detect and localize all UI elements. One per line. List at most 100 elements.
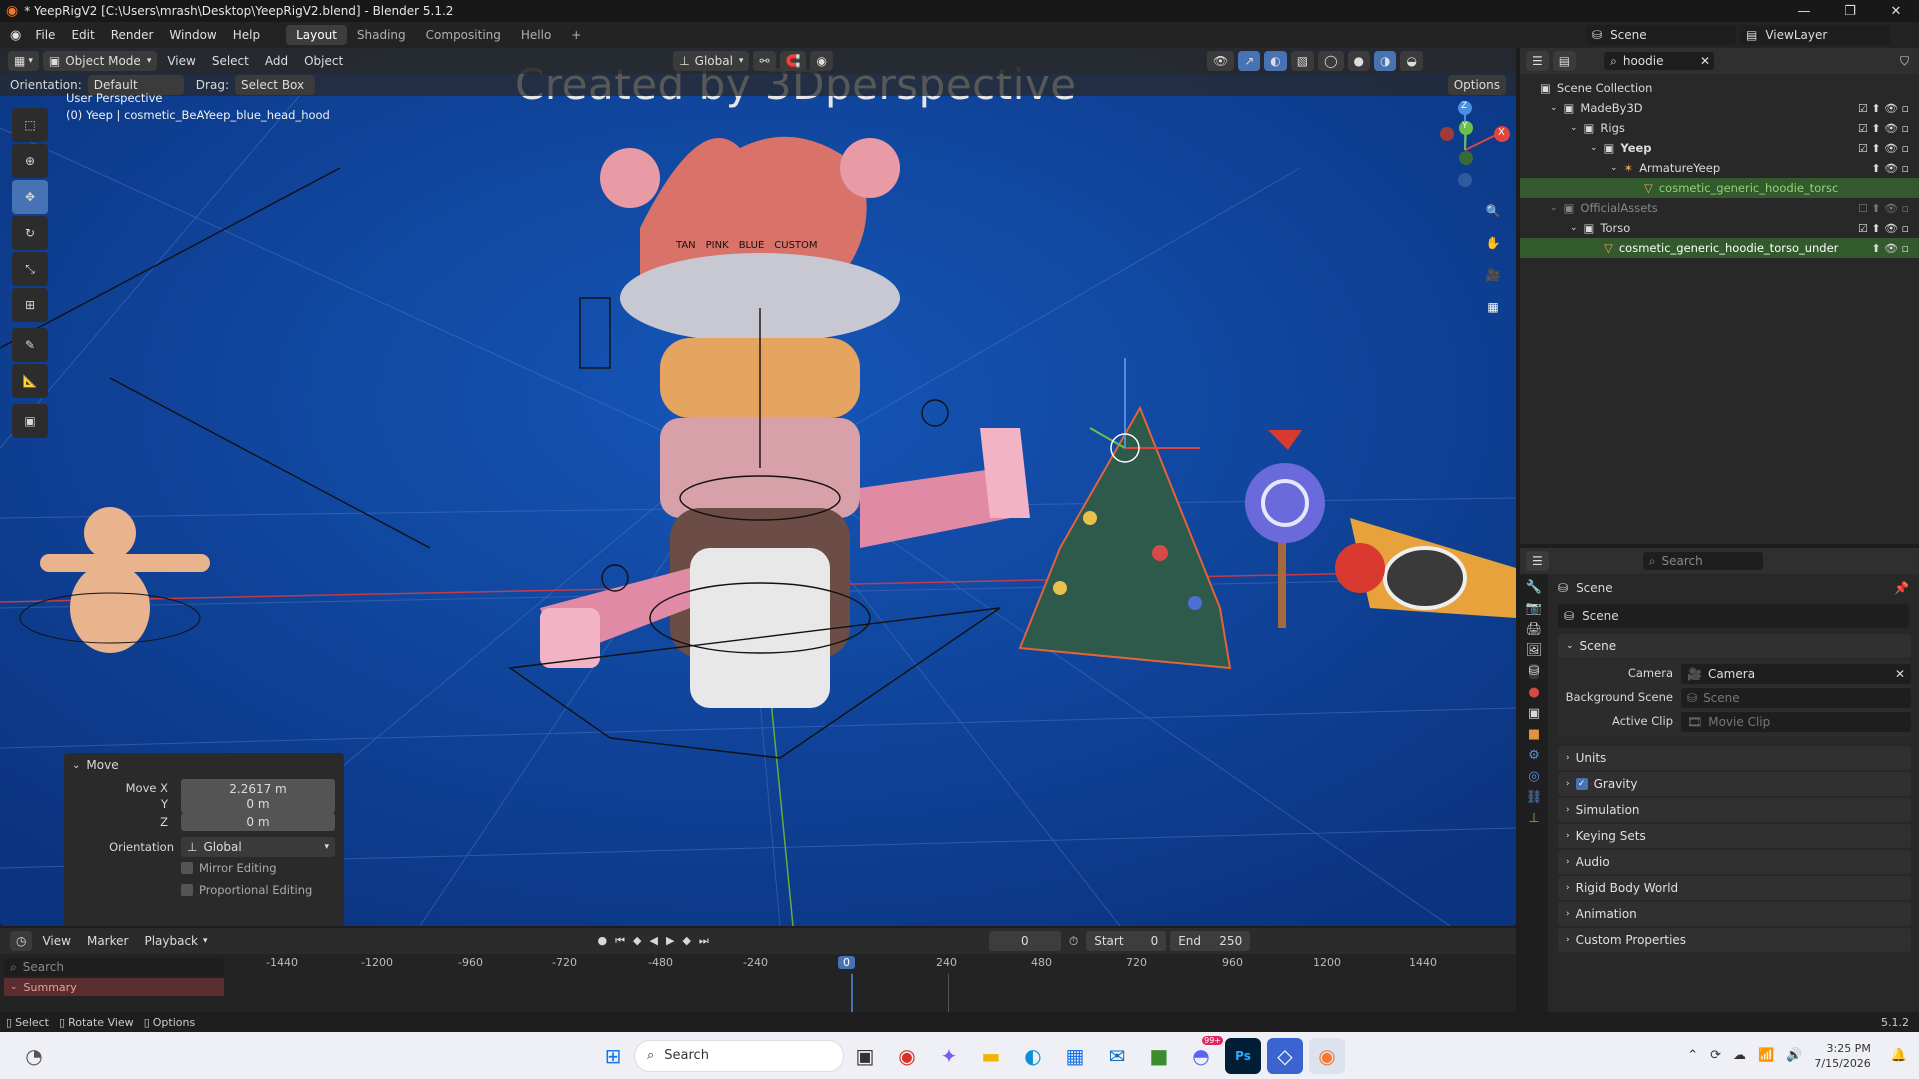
prev-keyframe-icon[interactable]: ◆ <box>633 934 641 948</box>
timeline-ruler[interactable]: -1440 -1200 -960 -720 -480 -240 0 240 48… <box>236 956 1506 976</box>
outliner-row[interactable]: ⌄ ▣ OfficialAssets ☐ ⬆ 👁 ▫ <box>1520 198 1919 218</box>
scene-section-header[interactable]: ⌄ Scene <box>1558 634 1911 658</box>
scene-datablock-selector[interactable]: ⛁ Scene <box>1558 604 1909 628</box>
outliner-row[interactable]: ▣ Scene Collection <box>1520 78 1919 98</box>
constraint-tab-icon[interactable]: ⛓ <box>1526 790 1543 805</box>
wifi-icon[interactable]: 📶 <box>1758 1048 1774 1063</box>
data-tab-icon[interactable]: ⊥ <box>1528 811 1539 826</box>
gravity-checkbox[interactable]: ✓ <box>1575 778 1588 790</box>
modifier-tab-icon[interactable]: ⚙ <box>1528 748 1540 763</box>
filter-icon[interactable]: ⛉ <box>1900 54 1909 69</box>
scale-tool[interactable]: ⤡ <box>12 252 48 286</box>
row-toggles[interactable]: ☑ ⬆ 👁 ▫ <box>1858 142 1909 155</box>
menu-add[interactable]: Add <box>259 51 294 71</box>
editor-type-button[interactable]: ▦ ▾ <box>8 51 39 71</box>
shading-material-button[interactable]: ◑ <box>1374 51 1397 71</box>
row-toggles[interactable]: ☑ ⬆ 👁 ▫ <box>1858 222 1909 235</box>
properties-search[interactable]: ⌕ Search <box>1642 552 1763 570</box>
rotate-tool[interactable]: ↻ <box>12 216 48 250</box>
transform-orientation-selector[interactable]: ⊥ Global ▾ <box>673 51 750 71</box>
units-panel[interactable]: › Units <box>1558 746 1911 770</box>
jump-end-icon[interactable]: ⏭ <box>699 934 709 948</box>
cloud-icon[interactable]: ☁ <box>1733 1048 1746 1063</box>
end-frame-field[interactable]: End 250 <box>1170 931 1251 951</box>
task-view-icon[interactable]: ▣ <box>847 1038 883 1074</box>
select-box-tool[interactable]: ⬚ <box>12 108 48 142</box>
visibility-button[interactable]: 👁 <box>1206 51 1235 71</box>
viewlayer-selector[interactable]: ▤ ViewLayer <box>1740 25 1890 45</box>
discord-icon[interactable]: ◓ 99+ <box>1183 1035 1223 1074</box>
outliner-row[interactable]: ▽ cosmetic_generic_hoodie_torsc <box>1520 178 1919 198</box>
annotate-tool[interactable]: ✎ <box>12 328 48 362</box>
keying-sets-panel[interactable]: › Keying Sets <box>1558 824 1911 848</box>
move-y-field[interactable]: 0 m <box>181 795 335 813</box>
minimize-button[interactable]: — <box>1781 0 1827 22</box>
menu-help[interactable]: Help <box>225 22 268 48</box>
maximize-button[interactable]: ❐ <box>1827 0 1873 22</box>
operator-orientation-dropdown[interactable]: ⊥ Global ▾ <box>181 837 335 857</box>
zoom-icon[interactable]: 🔍 <box>1480 198 1506 224</box>
notifications-icon[interactable]: 🔔 <box>1891 1048 1907 1063</box>
cursor-tool[interactable]: ⊕ <box>12 144 48 178</box>
measure-tool[interactable]: 📐 <box>12 364 48 398</box>
object-tab-icon[interactable]: ■ <box>1528 727 1540 742</box>
outliner-search[interactable]: ⌕ hoodie ✕ <box>1604 52 1715 70</box>
tab-shading[interactable]: Shading <box>347 25 416 45</box>
volume-icon[interactable]: 🔊 <box>1786 1048 1802 1063</box>
audio-panel[interactable]: › Audio <box>1558 850 1911 874</box>
timeline-menu-view[interactable]: View <box>36 931 76 951</box>
row-toggles[interactable]: ☑ ⬆ 👁 ▫ <box>1858 102 1909 115</box>
sync-icon[interactable]: ⟳ <box>1710 1048 1721 1063</box>
proportional-editing-checkbox[interactable]: Proportional Editing <box>181 883 312 897</box>
view-layer-tab-icon[interactable]: 🖼 <box>1526 643 1543 658</box>
tab-compositing[interactable]: Compositing <box>416 25 511 45</box>
3d-viewport[interactable]: Created by 3Dperspective TAN PINK BLUE C… <box>0 48 1516 926</box>
render-tab-icon[interactable]: 📷 <box>1526 601 1542 616</box>
row-toggles[interactable]: ⬆ 👁 ▫ <box>1871 242 1909 255</box>
gizmo-toggle-button[interactable]: ↗ <box>1238 51 1261 71</box>
output-tab-icon[interactable]: 🖨 <box>1526 622 1543 637</box>
taskbar-search[interactable]: ⌕ Search <box>634 1039 844 1072</box>
shading-render-button[interactable]: ◒ <box>1400 51 1423 71</box>
start-frame-field[interactable]: Start 0 <box>1086 931 1167 951</box>
row-toggles[interactable]: ☐ ⬆ 👁 ▫ <box>1858 202 1909 215</box>
play-icon[interactable]: ▶ <box>666 934 674 948</box>
xray-button[interactable]: ▧ <box>1290 51 1315 71</box>
display-mode-button[interactable]: ▤ <box>1552 51 1577 71</box>
pivot-button[interactable]: ⚯ <box>753 51 776 71</box>
jump-start-icon[interactable]: ⏮ <box>615 934 625 948</box>
menu-window[interactable]: Window <box>161 22 224 48</box>
widgets-icon[interactable]: ◔ <box>16 1038 52 1074</box>
clear-icon[interactable]: ✕ <box>1895 667 1905 681</box>
menu-select[interactable]: Select <box>206 51 255 71</box>
add-workspace-button[interactable]: + <box>561 25 591 45</box>
playhead[interactable]: 0 <box>838 956 855 969</box>
chevron-up-icon[interactable]: ⌃ <box>1687 1048 1698 1063</box>
camera-view-icon[interactable]: 🎥 <box>1480 262 1506 288</box>
neg-x-axis-handle[interactable] <box>1440 127 1454 141</box>
move-tool[interactable]: ✥ <box>12 180 48 214</box>
store-icon[interactable]: ▦ <box>1057 1038 1093 1074</box>
active-clip-field[interactable]: 🎞 Movie Clip <box>1681 712 1911 732</box>
timeline-search[interactable]: ⌕ Search <box>4 958 224 976</box>
outliner-row[interactable]: ⌄ ▣ MadeBy3D ☑ ⬆ 👁 ▫ <box>1520 98 1919 118</box>
timeline-menu-playback[interactable]: Playback ▾ <box>138 931 213 951</box>
clock[interactable]: 3:25 PM 7/15/2026 <box>1814 1041 1870 1071</box>
play-reverse-icon[interactable]: ◀ <box>650 934 658 948</box>
start-icon[interactable]: ⊞ <box>595 1038 631 1074</box>
gravity-panel[interactable]: › ✓ Gravity <box>1558 772 1911 796</box>
outliner-row[interactable]: ⌄ ✶ ArmatureYeep ⬆ 👁 ▫ <box>1520 158 1919 178</box>
shading-solid-button[interactable]: ● <box>1347 51 1370 71</box>
blender-taskbar-icon[interactable]: ◉ <box>1309 1037 1345 1074</box>
operator-panel-header[interactable]: ⌄ Move <box>64 753 344 777</box>
neg-y-axis-handle[interactable] <box>1459 151 1473 165</box>
transform-tool[interactable]: ⊞ <box>12 288 48 322</box>
options-button[interactable]: Options <box>1447 75 1506 95</box>
menu-file[interactable]: File <box>27 22 63 48</box>
outlook-icon[interactable]: ✉ <box>1099 1038 1135 1074</box>
next-keyframe-icon[interactable]: ◆ <box>682 934 690 948</box>
hand-pan-icon[interactable]: ✋ <box>1480 230 1506 256</box>
menu-view[interactable]: View <box>161 51 201 71</box>
scene-selector[interactable]: ⛁ Scene <box>1586 25 1736 45</box>
timeline-menu-marker[interactable]: Marker <box>81 931 134 951</box>
